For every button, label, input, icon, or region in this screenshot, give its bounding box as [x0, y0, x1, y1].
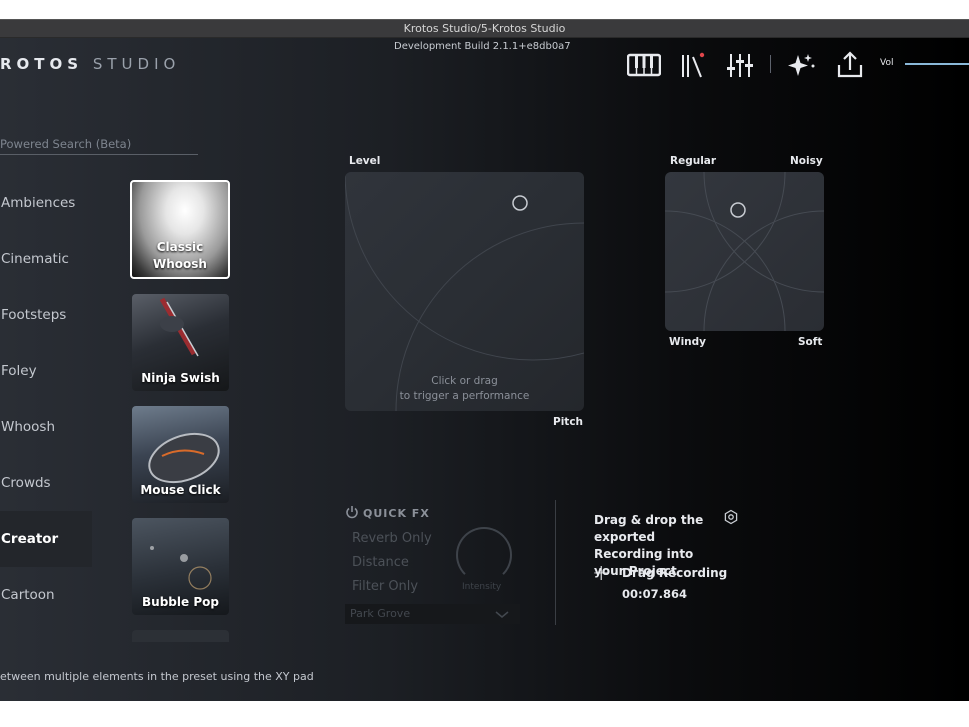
- intensity-label: Intensity: [462, 582, 502, 592]
- fx-distance[interactable]: Distance: [352, 555, 409, 570]
- volume-slider[interactable]: [905, 63, 969, 65]
- intensity-knob[interactable]: [456, 527, 512, 583]
- quick-fx-title: QUICK FX: [363, 507, 430, 520]
- timbre-pad-cursor: [730, 202, 746, 218]
- app-logo: ROTOS STUDIO: [0, 55, 180, 73]
- timbre-pad-arcs: [665, 172, 824, 331]
- toolbar-separator: [770, 55, 771, 73]
- library-icon[interactable]: [678, 50, 712, 80]
- category-footsteps[interactable]: Footsteps: [0, 287, 92, 343]
- category-creator[interactable]: Creator: [0, 511, 92, 567]
- keyboard-icon[interactable]: [626, 50, 662, 80]
- window-title: Krotos Studio/5-Krotos Studio: [0, 20, 969, 38]
- volume-label: Vol: [880, 58, 894, 68]
- pad-hint-line2: to trigger a performance: [399, 390, 530, 402]
- fx-reverb-only[interactable]: Reverb Only: [352, 531, 432, 546]
- preset-label: Bubble Pop: [142, 595, 219, 609]
- timbre-top-right-label: Noisy: [790, 155, 823, 167]
- preset-label: Classic Whoosh: [153, 240, 207, 271]
- performance-xy-pad[interactable]: Click or drag to trigger a performance: [345, 172, 584, 411]
- drag-recording-button[interactable]: Drag Recording: [622, 566, 727, 580]
- pad-hint-line1: Click or drag: [431, 375, 498, 387]
- power-icon[interactable]: [345, 505, 359, 519]
- logo-bold: ROTOS: [0, 55, 84, 73]
- preset-card-partial[interactable]: [132, 630, 229, 642]
- status-footer: etween multiple elements in the preset u…: [0, 670, 314, 683]
- category-crowds[interactable]: Crowds: [0, 455, 92, 511]
- timbre-top-left-label: Regular: [670, 155, 717, 167]
- category-cartoon[interactable]: Cartoon: [0, 567, 92, 623]
- preset-card-classic-whoosh[interactable]: Classic Whoosh: [130, 180, 230, 279]
- timbre-xy-pad[interactable]: [665, 172, 824, 331]
- build-version: Development Build 2.1.1+e8db0a7: [394, 41, 571, 52]
- timbre-bottom-right-label: Soft: [798, 336, 823, 348]
- app-window: Krotos Studio/5-Krotos Studio Developmen…: [0, 19, 969, 701]
- fx-filter-only[interactable]: Filter Only: [352, 579, 418, 594]
- fx-preset-select[interactable]: Park Grove: [345, 604, 520, 624]
- preset-card-ninja-swish[interactable]: Ninja Swish: [132, 294, 229, 391]
- logo-light: STUDIO: [92, 55, 181, 73]
- category-foley[interactable]: Foley: [0, 343, 92, 399]
- preset-label: Mouse Click: [140, 483, 221, 497]
- section-divider: [555, 500, 556, 625]
- pad-cursor: [512, 195, 528, 211]
- sparkle-icon[interactable]: [784, 50, 818, 80]
- category-ambiences[interactable]: Ambiences: [0, 175, 92, 231]
- category-cinematic[interactable]: Cinematic: [0, 231, 92, 287]
- quick-fx-header[interactable]: QUICK FX: [345, 505, 430, 520]
- fx-preset-value: Park Grove: [350, 607, 411, 620]
- preset-card-bubble-pop[interactable]: Bubble Pop: [132, 518, 229, 615]
- pad-y-label: Level: [349, 155, 381, 167]
- drag-handle-icon[interactable]: +: [592, 563, 610, 585]
- export-icon[interactable]: [833, 50, 867, 80]
- mixer-icon[interactable]: [723, 50, 757, 80]
- search-input[interactable]: [0, 133, 198, 155]
- preset-card-mouse-click[interactable]: Mouse Click: [132, 406, 229, 503]
- pad-x-label: Pitch: [553, 416, 584, 428]
- category-whoosh[interactable]: Whoosh: [0, 399, 92, 455]
- settings-icon[interactable]: [723, 509, 739, 525]
- timbre-bottom-left-label: Windy: [669, 336, 707, 348]
- chevron-down-icon: [495, 611, 509, 618]
- preset-label: Ninja Swish: [141, 371, 220, 385]
- recording-duration: 00:07.864: [622, 587, 687, 601]
